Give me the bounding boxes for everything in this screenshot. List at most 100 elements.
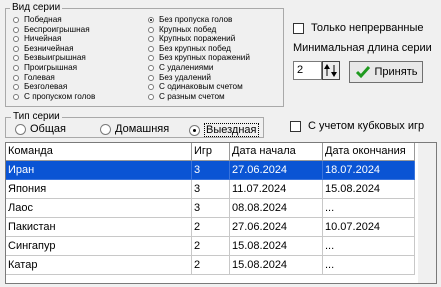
cell-end: ... [323,199,415,218]
results-table[interactable]: Команда Игр Дата начала Дата окончания И… [5,142,437,284]
series-type-right-option[interactable]: Без крупных поражений [148,54,250,62]
series-type-left-radio[interactable] [13,74,19,81]
kind-radio-away[interactable] [189,124,200,136]
cup-games-checkbox[interactable]: С учетом кубковых игр [290,120,424,132]
series-type-left-option[interactable]: Безвыигрышная [13,54,86,62]
series-type-right-option[interactable]: С удалениями [148,63,213,72]
series-type-left-label: Победная [24,15,62,24]
series-type-right-radio[interactable] [148,74,154,81]
series-kind-title: Тип серии [11,111,62,122]
kind-radio-general[interactable] [15,123,26,135]
series-type-right-label: Без крупных побед [159,43,231,53]
col-header-games[interactable]: Игр [192,143,230,161]
cell-start: 27.06.2024 [230,161,323,180]
kind-option-away[interactable]: Выездная [189,123,259,137]
table-row[interactable]: Катар 2 15.08.2024... [6,256,418,275]
cup-games-box[interactable] [290,120,301,132]
series-type-left-radio[interactable] [13,36,19,43]
cell-start: 15.08.2024 [230,256,323,275]
series-type-right-radio[interactable] [148,36,154,43]
kind-option-home[interactable]: Домашняя [100,123,169,135]
series-type-right-label: Без крупных поражений [159,53,250,63]
cell-games: 2 [192,256,230,275]
only-continuous-box[interactable] [293,22,304,34]
series-type-left-option[interactable]: Победная [13,15,62,24]
kind-radio-home[interactable] [100,123,111,135]
series-type-left-radio[interactable] [13,45,19,52]
cell-end: 18.07.2024 [323,161,415,180]
series-type-right-option[interactable]: Без пропуска голов [148,15,232,24]
series-type-right-option[interactable]: Без крупных побед [148,43,231,53]
series-type-left-label: С пропуском голов [24,91,96,101]
series-type-right-option[interactable]: Крупных поражений [148,35,235,43]
series-type-right-option[interactable]: Без удалений [148,73,211,82]
series-type-left-option[interactable]: Безничейная [13,43,74,53]
cell-team: Катар [6,256,192,275]
cell-team: Пакистан [6,218,192,237]
col-header-team[interactable]: Команда [6,143,192,161]
cell-end: 15.08.2024 [323,180,415,199]
cell-start: 08.08.2024 [230,199,323,218]
kind-label-general: Общая [30,123,66,135]
col-header-end[interactable]: Дата окончания [323,143,415,161]
cell-end: 10.07.2024 [323,218,415,237]
series-type-right-option[interactable]: С разным счетом [148,91,225,101]
cell-end: ... [323,237,415,256]
series-type-left-radio[interactable] [13,26,19,33]
cell-games: 2 [192,218,230,237]
table-row[interactable]: Иран 3 27.06.2024 18.07.2024 [6,161,418,180]
series-type-left-radio[interactable] [13,84,19,91]
cell-games: 2 [192,237,230,256]
kind-label-away: Выездная [204,123,259,137]
series-type-left-radio[interactable] [13,93,19,100]
series-type-right-radio[interactable] [148,45,154,52]
cell-games: 3 [192,199,230,218]
series-type-left-label: Безничейная [24,43,74,53]
series-type-left-option[interactable]: С пропуском голов [13,91,96,101]
cell-games: 3 [192,180,230,199]
cell-end: ... [323,256,415,275]
col-header-start[interactable]: Дата начала [230,143,323,161]
series-type-right-radio[interactable] [148,93,154,100]
series-type-right-label: С разным счетом [159,91,225,101]
series-type-right-radio[interactable] [148,65,154,71]
cell-team: Япония [6,180,192,199]
min-length-spinner[interactable] [322,61,340,80]
checkmark-icon [355,66,370,79]
only-continuous-checkbox[interactable]: Только непрерванные [293,22,424,34]
min-length-input[interactable]: 2 [293,61,322,80]
table-row[interactable]: Сингапур 2 15.08.2024... [6,237,418,256]
series-type-left-option[interactable]: Голевая [13,72,55,82]
table-row[interactable]: Лаос 3 08.08.2024... [6,199,418,218]
table-row[interactable]: Пакистан 2 27.06.2024 10.07.2024 [6,218,418,237]
series-type-right-label: Крупных поражений [159,34,236,44]
kind-option-general[interactable]: Общая [15,123,66,135]
series-type-left-label: Ничейная [24,34,62,44]
series-type-right-label: Крупных побед [159,24,217,34]
cell-start: 27.06.2024 [230,218,323,237]
min-length-label: Минимальная длина серии [293,42,432,54]
accept-button[interactable]: Принять [349,61,423,83]
series-type-right-radio[interactable] [148,55,154,62]
table-row[interactable]: Япония 3 11.07.2024 15.08.2024 [6,180,418,199]
table-scroll-area [418,143,436,283]
series-type-left-option[interactable]: Беспроигрышная [13,25,90,34]
series-type-right-label: С одинаковым счетом [159,82,243,92]
series-type-right-radio[interactable] [148,26,154,33]
series-type-left-option[interactable]: Ничейная [13,35,61,43]
series-type-right-radio[interactable] [148,17,154,23]
series-type-left-radio[interactable] [13,55,19,62]
series-type-right-option[interactable]: Крупных побед [148,24,217,34]
series-type-left-radio[interactable] [13,17,19,23]
table-header: Команда Игр Дата начала Дата окончания [6,143,436,161]
series-type-right-option[interactable]: С одинаковым счетом [148,83,243,91]
series-type-left-radio[interactable] [13,65,19,71]
series-type-left-label: Голевая [24,72,55,82]
only-continuous-label: Только непрерванные [311,22,424,34]
cup-games-label: С учетом кубковых игр [308,120,425,132]
series-type-right-radio[interactable] [148,84,154,91]
series-type-left-label: Проигрышная [24,63,78,72]
series-type-left-option[interactable]: Безголевая [13,83,67,91]
cell-start: 15.08.2024 [230,237,323,256]
series-type-left-option[interactable]: Проигрышная [13,63,78,72]
